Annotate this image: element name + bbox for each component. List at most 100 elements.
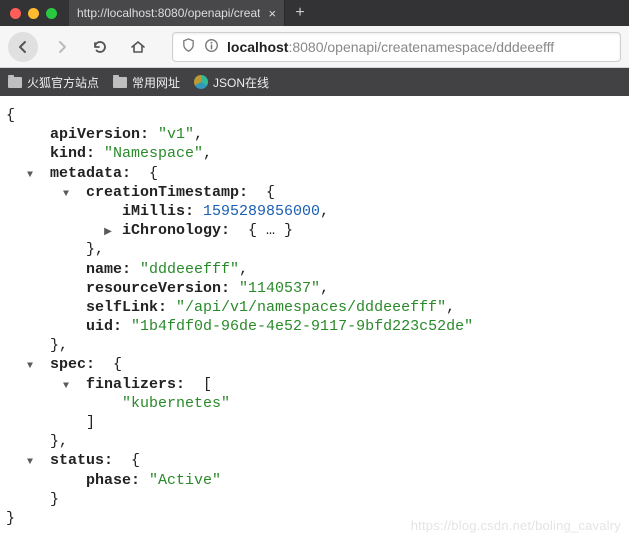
json-string: "dddeeefff"	[140, 260, 239, 279]
disclosure-triangle-icon[interactable]: ▼	[24, 361, 36, 374]
forward-button[interactable]	[48, 33, 76, 61]
json-line: ▼ spec: {	[6, 355, 623, 374]
tab-title: http://localhost:8080/openapi/creat	[77, 6, 260, 20]
bookmark-json-online[interactable]: JSON在线	[194, 74, 269, 91]
brace-close: },	[50, 432, 68, 451]
folder-icon	[113, 77, 127, 88]
comma: ,	[320, 202, 329, 221]
comma: ,	[203, 144, 212, 163]
disclosure-triangle-icon[interactable]: ▼	[60, 381, 72, 394]
arrow-left-icon	[15, 39, 31, 55]
disclosure-triangle-icon[interactable]: ▼	[24, 170, 36, 183]
bookmark-label: JSON在线	[213, 74, 269, 91]
json-line: selfLink: "/api/v1/namespaces/dddeeefff"…	[6, 298, 623, 317]
json-string: "v1"	[158, 125, 194, 144]
json-line: resourceVersion: "1140537",	[6, 279, 623, 298]
json-line: ▶ iChronology: { … }	[6, 221, 623, 240]
brace-close: }	[6, 509, 15, 528]
json-line: },	[6, 240, 623, 259]
json-string: "Namespace"	[104, 144, 203, 163]
folder-icon	[8, 77, 22, 88]
brace-close: },	[50, 336, 68, 355]
json-line: phase: "Active"	[6, 471, 623, 490]
brace-open: {	[131, 451, 140, 470]
home-icon	[130, 39, 146, 55]
disclosure-triangle-icon[interactable]: ▼	[60, 189, 72, 202]
json-string: "/api/v1/namespaces/dddeeefff"	[176, 298, 446, 317]
url-path: :8080/openapi/createnamespace/dddeeefff	[288, 39, 554, 55]
json-key: iMillis:	[122, 202, 194, 221]
json-key: name:	[86, 260, 131, 279]
brace-open: {	[149, 164, 158, 183]
json-key: finalizers:	[86, 375, 185, 394]
json-line: ▼ status: {	[6, 451, 623, 470]
url-text: localhost:8080/openapi/createnamespace/d…	[227, 39, 554, 55]
json-key: apiVersion:	[50, 125, 149, 144]
json-line: ]	[6, 413, 623, 432]
url-host: localhost	[227, 39, 288, 55]
json-line: ▼ finalizers: [	[6, 375, 623, 394]
address-bar[interactable]: localhost:8080/openapi/createnamespace/d…	[172, 32, 621, 62]
json-key: creationTimestamp:	[86, 183, 248, 202]
browser-tab[interactable]: http://localhost:8080/openapi/creat ×	[69, 0, 285, 26]
window-controls	[0, 0, 69, 26]
json-key: metadata:	[50, 164, 131, 183]
json-number: 1595289856000	[203, 202, 320, 221]
window-minimize-icon[interactable]	[28, 8, 39, 19]
bookmark-firefox-official[interactable]: 火狐官方站点	[8, 74, 99, 91]
disclosure-triangle-icon[interactable]: ▼	[24, 457, 36, 470]
json-line: "kubernetes"	[6, 394, 623, 413]
json-line: kind: "Namespace",	[6, 144, 623, 163]
bookmark-common-sites[interactable]: 常用网址	[113, 74, 180, 91]
bookmark-label: 火狐官方站点	[27, 74, 99, 91]
plus-icon: +	[295, 4, 304, 22]
brace-close: }	[50, 490, 59, 509]
bookmarks-bar: 火狐官方站点 常用网址 JSON在线	[0, 68, 629, 96]
info-icon	[204, 38, 219, 56]
json-string: "1140537"	[239, 279, 320, 298]
json-string: "1b4fdf0d-96de-4e52-9117-9bfd223c52de"	[131, 317, 473, 336]
json-string: "Active"	[149, 471, 221, 490]
watermark-text: https://blog.csdn.net/boling_cavalry	[411, 518, 621, 535]
json-line: iMillis: 1595289856000,	[6, 202, 623, 221]
brace-open: {	[113, 355, 122, 374]
comma: ,	[446, 298, 455, 317]
bracket-open: [	[203, 375, 212, 394]
reload-button[interactable]	[86, 33, 114, 61]
json-key: status:	[50, 451, 113, 470]
json-viewer: { apiVersion: "v1", kind: "Namespace", ▼…	[0, 96, 629, 538]
tab-bar: http://localhost:8080/openapi/creat × +	[0, 0, 629, 26]
json-icon	[194, 75, 208, 89]
disclosure-triangle-icon[interactable]: ▶	[102, 227, 114, 240]
json-key: spec:	[50, 355, 95, 374]
bracket-close: ]	[86, 413, 95, 432]
json-line: },	[6, 336, 623, 355]
json-line: uid: "1b4fdf0d-96de-4e52-9117-9bfd223c52…	[6, 317, 623, 336]
arrow-right-icon	[54, 39, 70, 55]
json-string: "kubernetes"	[122, 394, 230, 413]
json-key: selfLink:	[86, 298, 167, 317]
navigation-toolbar: localhost:8080/openapi/createnamespace/d…	[0, 26, 629, 68]
json-key: phase:	[86, 471, 140, 490]
bookmark-label: 常用网址	[132, 74, 180, 91]
json-key: uid:	[86, 317, 122, 336]
brace-open: {	[6, 106, 15, 125]
back-button[interactable]	[8, 32, 38, 62]
json-line: ▼creationTimestamp: {	[6, 183, 623, 202]
comma: ,	[239, 260, 248, 279]
json-line: ▼ metadata: {	[6, 164, 623, 183]
json-line: }	[6, 490, 623, 509]
json-key: kind:	[50, 144, 95, 163]
comma: ,	[194, 125, 203, 144]
window-zoom-icon[interactable]	[46, 8, 57, 19]
new-tab-button[interactable]: +	[285, 0, 315, 26]
window-close-icon[interactable]	[10, 8, 21, 19]
json-key: iChronology:	[122, 221, 230, 240]
json-line: },	[6, 432, 623, 451]
json-key: resourceVersion:	[86, 279, 230, 298]
tab-close-icon[interactable]: ×	[268, 6, 276, 21]
json-line: {	[6, 106, 623, 125]
home-button[interactable]	[124, 33, 152, 61]
json-collapsed[interactable]: { … }	[248, 221, 293, 240]
comma: ,	[320, 279, 329, 298]
